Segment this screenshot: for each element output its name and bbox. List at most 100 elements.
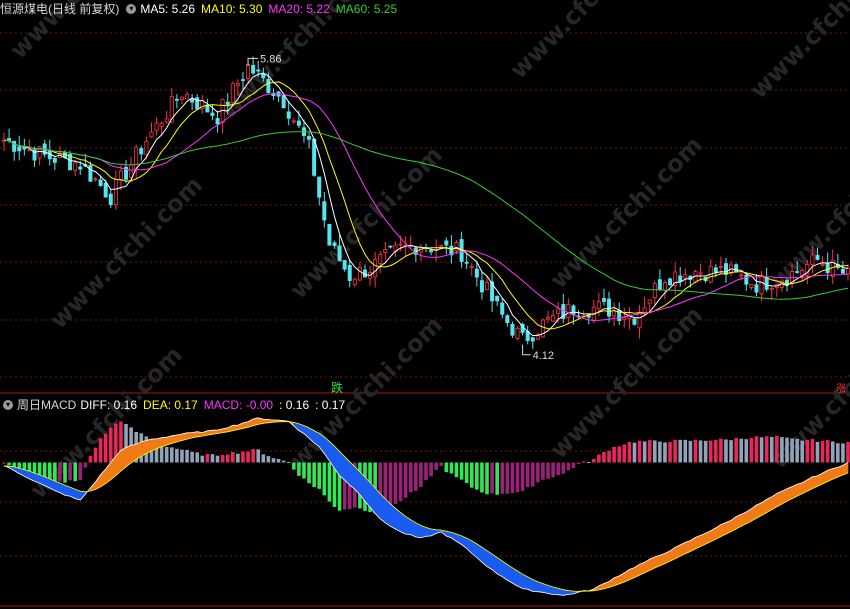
macd-histogram-bar [185,449,189,463]
macd-label: MACD: -0.00 [203,398,274,412]
candle-body [759,274,764,295]
macd-histogram-bar [597,454,601,463]
macd-histogram-bar [617,446,622,463]
macd-histogram-bar [683,439,688,463]
macd-histogram-bar [663,442,667,463]
macd-histogram-bar [734,437,738,463]
macd-histogram-bar [500,462,505,494]
candle-body [820,263,825,266]
candle-body [312,138,317,176]
candle-body [530,337,535,342]
macd-histogram-bar [429,462,433,477]
candle-body [566,303,571,318]
macd-histogram-bar [469,462,474,488]
candle-body [286,111,291,119]
macd-histogram-bar [439,462,444,466]
macd-histogram-bar [307,462,311,484]
watermark: www.cfchi.com [504,0,667,84]
high-price-label: 5.86 [260,53,281,65]
candle-body [739,274,744,277]
candle-body [159,123,164,127]
candle-body [571,305,576,315]
macd-histogram-bar [602,452,606,463]
macd-histogram-bar [297,462,301,476]
candle-body [195,97,200,110]
macd-histogram-bar [175,448,179,463]
macd-histogram-bar [846,441,850,463]
candle-body [235,83,240,87]
macd-menu-icon[interactable]: ▾ [3,400,13,410]
candle-body [556,308,561,314]
macd-histogram-bar [510,462,515,494]
candle-body [134,146,139,170]
candle-body [113,179,118,206]
macd-histogram-bar [464,462,469,483]
macd-histogram-bar [327,462,332,502]
ma-line-ma20 [3,93,849,321]
macd-histogram-bar [556,462,560,476]
macd-histogram-bar [515,462,520,493]
watermark: www.cfchi.com [544,301,707,464]
macd-histogram-bar [622,444,627,463]
candle-body [515,327,520,339]
candle-body [154,122,159,132]
macd-histogram-bar [815,441,820,463]
candle-body [510,323,515,336]
candle-body [174,98,179,101]
macd-histogram-bar [647,440,652,463]
macd-histogram-bar [403,462,408,498]
candle-body [322,201,327,221]
candle-body [795,271,800,273]
macd-histogram-bar [541,462,545,480]
macd-histogram-bar [520,462,525,492]
macd-histogram-bar [790,438,794,463]
macd-histogram-bar [414,462,418,491]
macd-histogram-bar [180,449,184,463]
candle-body [98,179,103,186]
macd-histogram-bar [505,462,510,494]
candle-body [291,120,296,123]
macd-histogram-bar [449,462,454,474]
macd-title: 周日MACD [17,398,77,412]
dea-label: DEA: 0.17 [143,398,198,412]
macd-histogram-bar [256,449,261,463]
macd-histogram-bar [190,451,194,463]
macd-histogram-bar [286,462,291,464]
macd-histogram-bar [536,462,540,483]
macd-histogram-bar [744,439,749,463]
candle-body [469,265,474,268]
candle-body [698,272,703,275]
candle-body [103,182,108,198]
macd-histogram-bar [63,462,67,483]
macd-histogram-bar [424,462,428,481]
candle-body [713,267,718,273]
macd-histogram-bar [627,442,632,463]
macd-histogram-bar [759,437,764,463]
low-marker [522,344,531,356]
candle-body [240,79,245,81]
candle-body [479,280,484,293]
macd-histogram-bar [251,449,255,463]
ma10-label: MA10: 5.30 [201,2,263,16]
macd-histogram-bar [246,451,250,463]
candle-body [495,295,500,302]
macd-histogram-bar [830,441,835,463]
macd-histogram-bar [800,440,805,463]
macd-histogram-bar [58,462,62,482]
candle-body [444,240,449,246]
macd-histogram-bar [708,440,713,463]
macd-histogram-bar [841,443,845,463]
candle-body [657,279,662,291]
candle-body [632,318,637,325]
candle-body [464,261,469,264]
candle-body [546,317,551,320]
macd-histogram-bar [408,462,413,493]
candle-body [505,315,510,323]
watermark: www.cfchi.com [214,0,377,124]
candle-body [246,64,251,80]
macd-histogram-bar [93,447,98,463]
macd-histogram-bar [388,462,393,508]
indicator-menu-icon[interactable]: ▾ [126,4,137,14]
macd-histogram-bar [398,462,403,501]
candle-body [251,65,256,74]
